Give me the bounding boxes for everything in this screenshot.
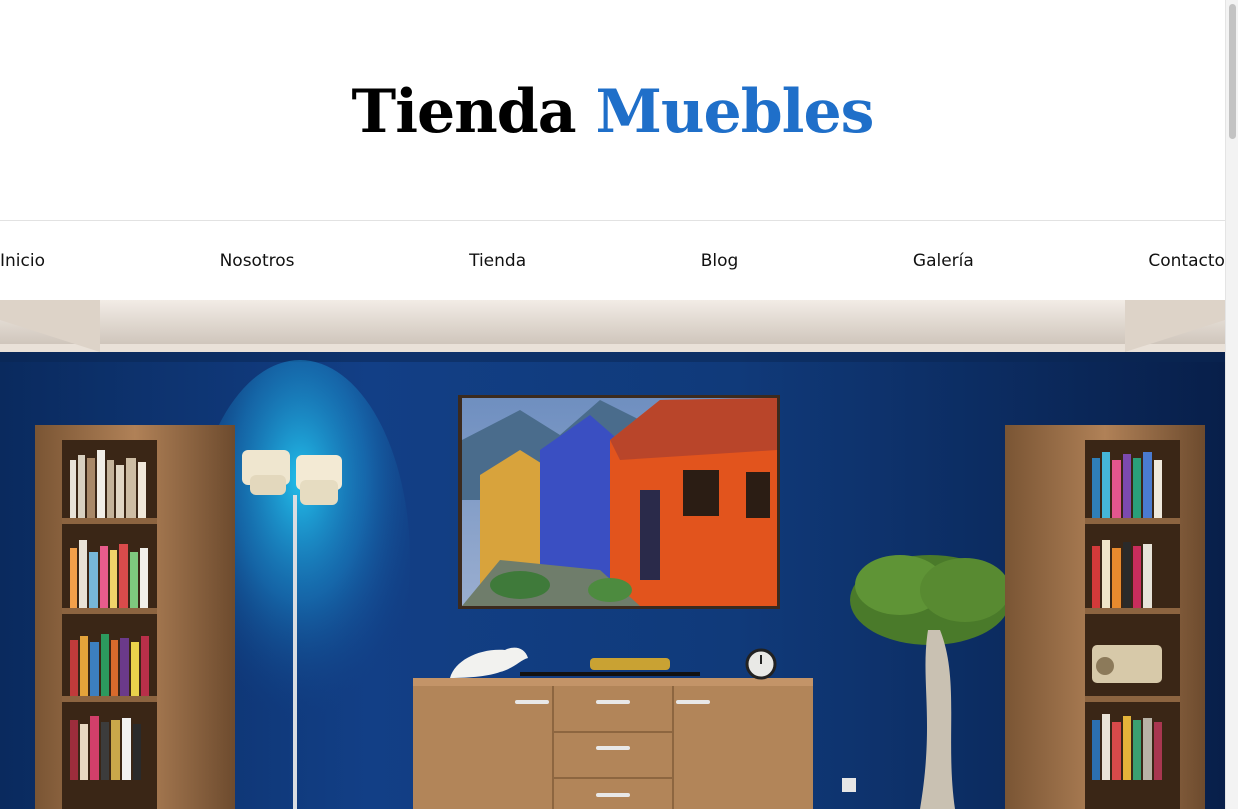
nav-item-nosotros[interactable]: Nosotros [220, 251, 295, 271]
nav-item-contacto[interactable]: Contacto [1148, 251, 1225, 271]
logo-text-primary: Tienda [351, 77, 577, 147]
site-header: Tienda Muebles [0, 0, 1225, 220]
site-logo[interactable]: Tienda Muebles [351, 73, 875, 147]
page: Tienda Muebles Inicio Nosotros Tienda Bl… [0, 0, 1225, 809]
nav-item-blog[interactable]: Blog [701, 251, 739, 271]
nav-item-galeria[interactable]: Galería [913, 251, 974, 271]
main-nav: Inicio Nosotros Tienda Blog Galería Cont… [0, 220, 1225, 300]
scrollbar-thumb[interactable] [1229, 4, 1236, 139]
hero-image [0, 300, 1225, 809]
hero-illustration [0, 300, 1225, 809]
nav-item-tienda[interactable]: Tienda [469, 251, 526, 271]
nav-item-inicio[interactable]: Inicio [0, 251, 45, 271]
logo-text-accent: Muebles [595, 77, 875, 147]
page-scrollbar[interactable] [1225, 0, 1238, 809]
